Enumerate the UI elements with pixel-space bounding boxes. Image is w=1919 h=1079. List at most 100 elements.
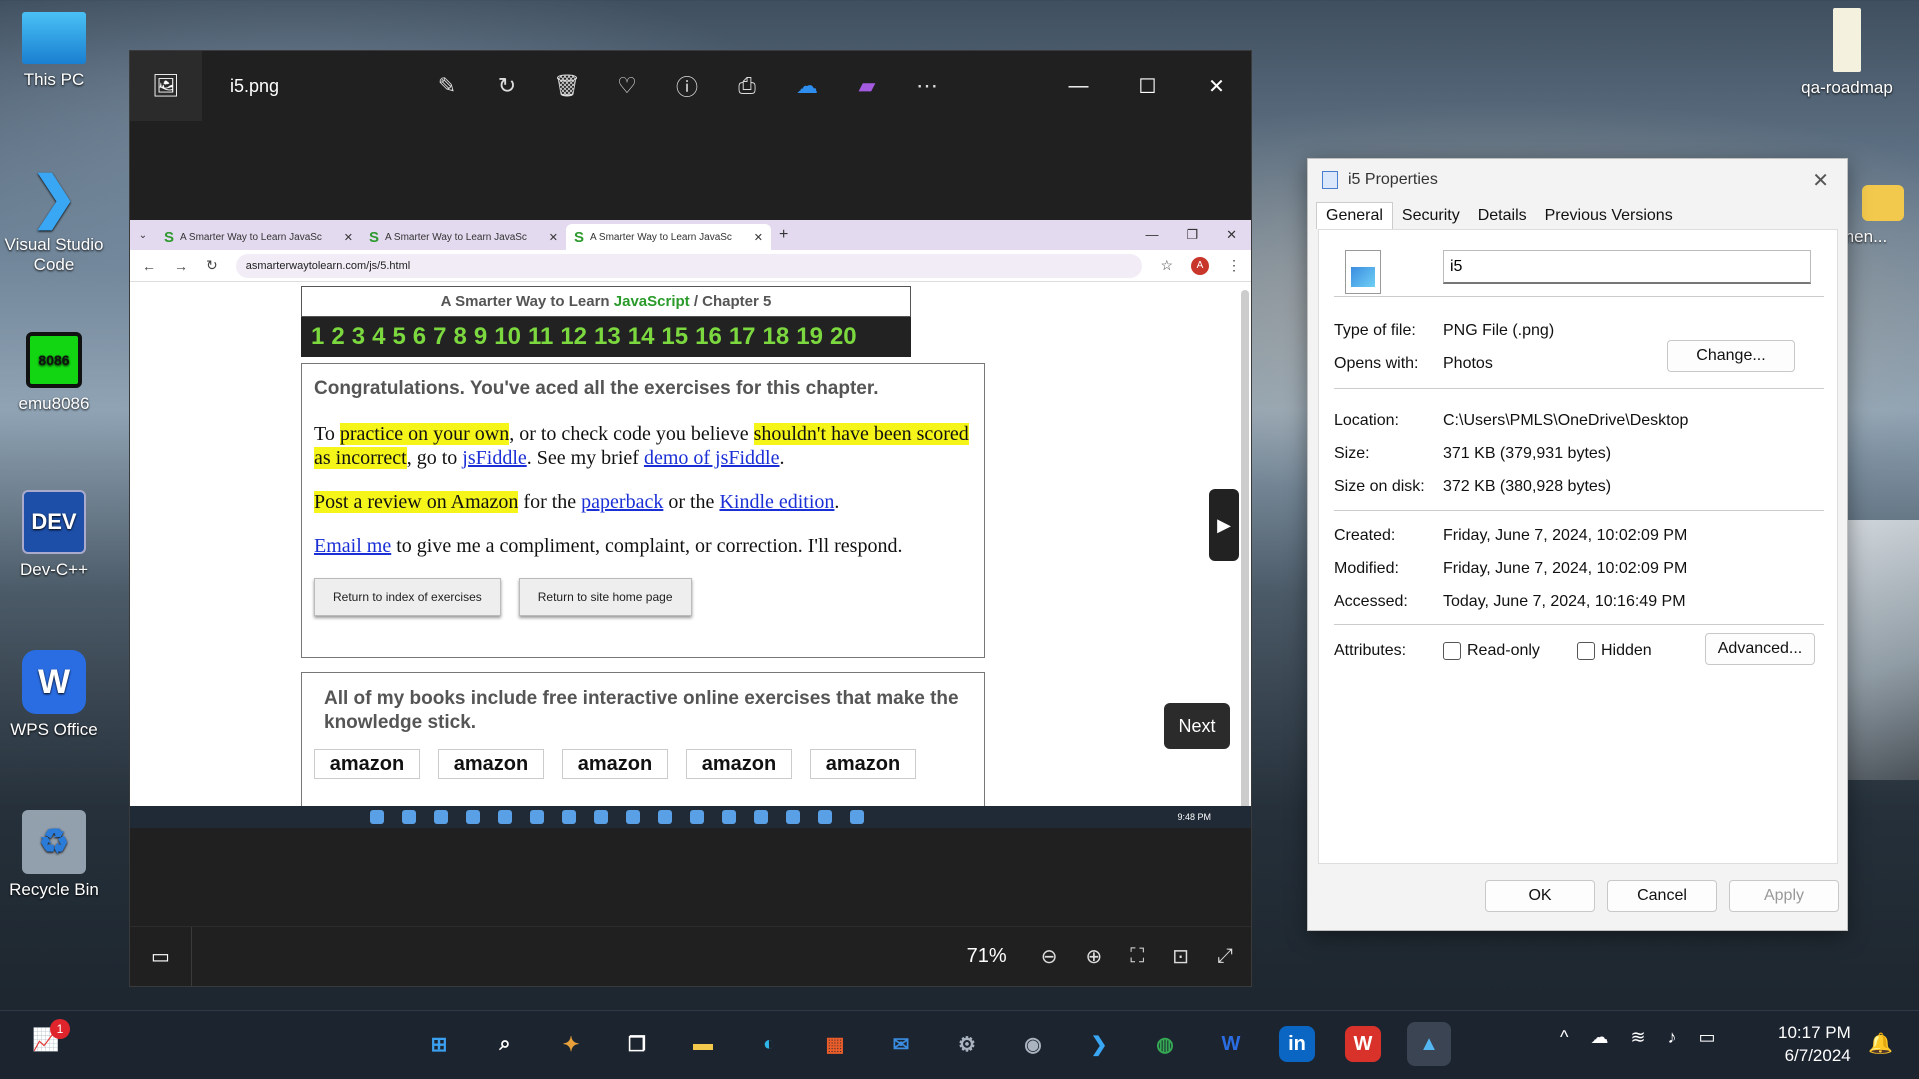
back-icon[interactable]: ← [142, 258, 156, 274]
mail-icon[interactable]: ✉ [879, 1022, 923, 1066]
linkedin-icon[interactable]: in [1279, 1026, 1315, 1062]
minimize-icon[interactable]: — [1044, 66, 1113, 106]
fullscreen-icon[interactable]: ⤢ [1217, 945, 1233, 968]
bookmark-star-icon[interactable]: ☆ [1160, 257, 1173, 274]
desktop-icon-devcpp[interactable]: DEV Dev-C++ [4, 490, 104, 580]
chapter-link[interactable]: 7 [433, 323, 446, 351]
battery-icon[interactable]: ▭ [1699, 1027, 1716, 1048]
close-icon[interactable]: ✕ [344, 231, 353, 244]
chapter-link[interactable]: 12 [560, 323, 587, 351]
start-icon[interactable]: ⊞ [417, 1022, 461, 1066]
return-index-button[interactable]: Return to index of exercises [314, 578, 501, 616]
volume-icon[interactable]: ♪ [1668, 1027, 1677, 1048]
email-link[interactable]: Email me [314, 535, 391, 557]
jsfiddle-link[interactable]: jsFiddle [462, 447, 526, 469]
tab-security[interactable]: Security [1393, 203, 1469, 229]
more-icon[interactable]: ⋯ [910, 69, 944, 103]
chapter-link[interactable]: 20 [830, 323, 857, 351]
photos-app-icon[interactable]: 🖼 [130, 51, 202, 121]
favorite-icon[interactable]: ♡ [610, 69, 644, 103]
search-icon[interactable]: ⌕ [483, 1022, 527, 1066]
chapter-link[interactable]: 4 [372, 323, 385, 351]
next-photo-arrow-icon[interactable]: ▶ [1209, 489, 1239, 561]
ok-button[interactable]: OK [1485, 880, 1595, 912]
address-bar[interactable]: asmarterwaytolearn.com/js/5.html [235, 253, 1143, 278]
chapter-link[interactable]: 6 [413, 323, 426, 351]
chapter-link[interactable]: 2 [331, 323, 344, 351]
browser-tab-1[interactable]: S A Smarter Way to Learn JavaSc ✕ [156, 224, 361, 250]
reload-icon[interactable]: ↻ [206, 257, 218, 274]
taskbar-clock[interactable]: 10:17 PM 6/7/2024 [1778, 1021, 1851, 1067]
photos-icon[interactable]: ▲ [1407, 1022, 1451, 1066]
chapter-link[interactable]: 18 [763, 323, 790, 351]
apply-button[interactable]: Apply [1729, 880, 1839, 912]
change-button[interactable]: Change... [1667, 340, 1795, 372]
close-icon[interactable]: ✕ [1226, 227, 1237, 243]
chrome-icon[interactable]: ◍ [1143, 1022, 1187, 1066]
file-explorer-icon[interactable]: ▬ [681, 1022, 725, 1066]
zoom-out-icon[interactable]: ⊖ [1041, 944, 1058, 969]
cancel-button[interactable]: Cancel [1607, 880, 1717, 912]
tab-previous-versions[interactable]: Previous Versions [1536, 203, 1682, 229]
amazon-link[interactable]: amazon [314, 749, 420, 779]
chapter-link[interactable]: 5 [392, 323, 405, 351]
hidden-checkbox[interactable]: Hidden [1577, 642, 1652, 660]
wps-icon[interactable]: W [1209, 1022, 1253, 1066]
vscode-icon[interactable]: ❯ [1077, 1022, 1121, 1066]
desktop-icon-recycle-bin[interactable]: ♻ Recycle Bin [4, 810, 104, 900]
fit-window-icon[interactable]: ⛶ [1130, 945, 1144, 968]
edge-icon[interactable]: ◐ [747, 1022, 791, 1066]
advanced-button[interactable]: Advanced... [1705, 633, 1815, 665]
chapter-link[interactable]: 8 [454, 323, 467, 351]
edit-icon[interactable]: ✎ [430, 69, 464, 103]
amazon-link[interactable]: amazon [686, 749, 792, 779]
chapter-link[interactable]: 11 [528, 323, 553, 351]
file-name-input[interactable]: i5 [1443, 250, 1811, 284]
notification-bell-icon[interactable]: 🔔 [1868, 1031, 1893, 1056]
clipchamp-icon[interactable]: ▰ [850, 69, 884, 103]
amazon-link[interactable]: amazon [438, 749, 544, 779]
kindle-link[interactable]: Kindle edition [719, 491, 834, 513]
chapter-link[interactable]: 14 [628, 323, 655, 351]
store-icon[interactable]: ▦ [813, 1022, 857, 1066]
profile-avatar[interactable]: A [1191, 256, 1209, 275]
stock-widget-icon[interactable]: 📈 1 [32, 1019, 70, 1053]
browser-tab-2[interactable]: S A Smarter Way to Learn JavaSc ✕ [361, 224, 566, 250]
wifi-icon[interactable]: ≋ [1630, 1027, 1645, 1048]
desktop-icon-wps[interactable]: W WPS Office [4, 650, 104, 740]
tab-general[interactable]: General [1316, 202, 1393, 229]
task-view-icon[interactable]: ❐ [615, 1022, 659, 1066]
copilot-icon[interactable]: ✦ [549, 1022, 593, 1066]
onedrive-icon[interactable]: ☁ [1590, 1027, 1608, 1048]
browser-tab-3[interactable]: S A Smarter Way to Learn JavaSc ✕ [566, 224, 771, 250]
settings-icon[interactable]: ⚙ [945, 1022, 989, 1066]
chapter-link[interactable]: 13 [594, 323, 621, 351]
info-icon[interactable]: ⓘ [670, 69, 704, 103]
chapter-link[interactable]: 9 [474, 323, 487, 351]
forward-icon[interactable]: → [174, 258, 188, 274]
zoom-level[interactable]: 71% [967, 945, 1007, 968]
tab-details[interactable]: Details [1469, 203, 1536, 229]
minimize-icon[interactable]: — [1145, 227, 1158, 243]
close-icon[interactable]: ✕ [549, 231, 558, 244]
actual-size-icon[interactable]: ⊡ [1172, 944, 1189, 969]
return-home-button[interactable]: Return to site home page [518, 578, 692, 616]
tab-search-icon[interactable]: ⌄ [130, 230, 156, 241]
chapter-link[interactable]: 17 [729, 323, 756, 351]
chapter-link[interactable]: 15 [661, 323, 688, 351]
zoom-in-icon[interactable]: ⊕ [1085, 944, 1102, 969]
close-icon[interactable]: ✕ [754, 231, 763, 244]
desktop-icon-this-pc[interactable]: This PC [4, 12, 104, 90]
chapter-link[interactable]: 16 [695, 323, 722, 351]
chapter-link[interactable]: 3 [352, 323, 365, 351]
chevron-up-icon[interactable]: ^ [1560, 1027, 1568, 1048]
rotate-icon[interactable]: ↻ [490, 69, 524, 103]
maximize-icon[interactable]: ☐ [1113, 66, 1182, 106]
filmstrip-icon[interactable]: ▭ [130, 926, 192, 987]
amazon-link[interactable]: amazon [810, 749, 916, 779]
desktop-icon-qa-roadmap[interactable]: qa-roadmap [1797, 8, 1897, 98]
demo-jsfiddle-link[interactable]: demo of jsFiddle [644, 447, 780, 469]
amazon-link[interactable]: amazon [562, 749, 668, 779]
close-icon[interactable]: ✕ [1182, 66, 1251, 106]
close-icon[interactable]: ✕ [1812, 168, 1829, 193]
